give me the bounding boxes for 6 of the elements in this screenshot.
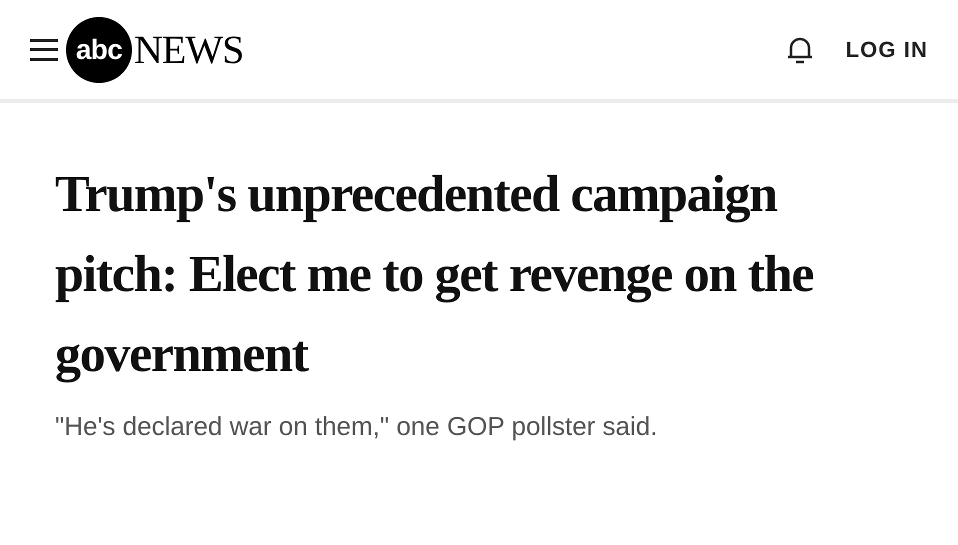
logo-wordmark[interactable]: NEWS — [134, 20, 244, 80]
login-link[interactable]: LOG IN — [846, 33, 928, 66]
logo-mark[interactable]: abc — [66, 16, 132, 82]
menu-icon[interactable] — [30, 38, 58, 60]
subheadline: "He's declared war on them," one GOP pollster said. — [55, 410, 658, 443]
headline: Trump's unprecedented campaign pitch: Elect me to get revenge on the government — [55, 165, 814, 385]
